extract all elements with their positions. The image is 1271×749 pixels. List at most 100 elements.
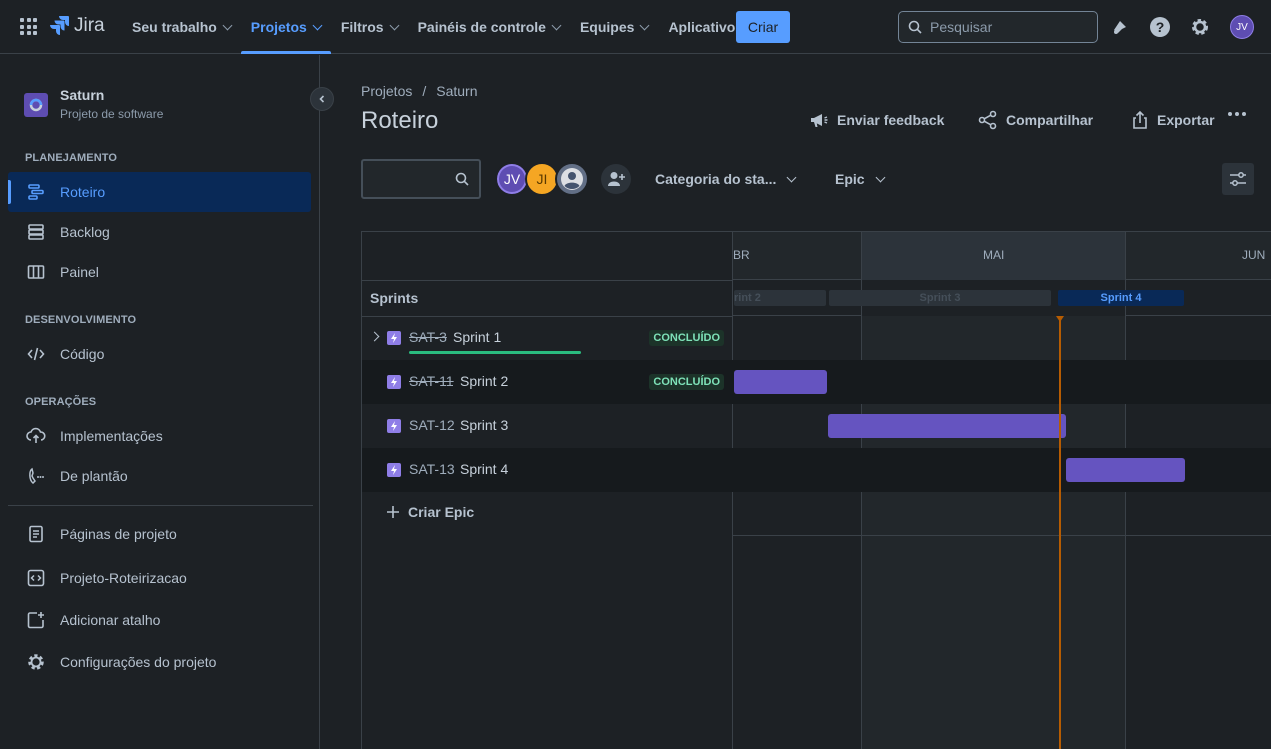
avatar-filter-ji[interactable]: JI: [525, 162, 559, 196]
notifications-icon[interactable]: [1108, 15, 1132, 39]
issue-key[interactable]: SAT-12: [409, 417, 455, 433]
avatar-filter-jv[interactable]: JV: [495, 162, 529, 196]
issue-key[interactable]: SAT-11: [409, 373, 454, 389]
roadmap-timeline: BR MAI JUN rint 2 Sprint 3 Sprint 4 Spri…: [361, 231, 1271, 749]
project-type: Projeto de software: [60, 107, 164, 121]
top-navigation: Jira Seu trabalho Projetos Filtros Painé…: [0, 0, 1271, 54]
status-badge: CONCLUÍDO: [649, 330, 724, 346]
sidebar-item-project-pages[interactable]: Páginas de projeto: [8, 514, 311, 554]
sidebar-item-board[interactable]: Painel: [8, 252, 311, 292]
backlog-icon: [26, 222, 46, 242]
sidebar-item-backlog[interactable]: Backlog: [8, 212, 311, 252]
epic-icon: [387, 463, 401, 477]
cloud-upload-icon: [26, 426, 46, 446]
sidebar-item-label: Implementações: [60, 428, 163, 444]
month-label-jun: JUN: [1242, 248, 1266, 262]
epic-row-sat-11[interactable]: SAT-11 Sprint 2 CONCLUÍDO: [362, 360, 733, 404]
create-epic-label: Criar Epic: [408, 504, 475, 520]
phone-icon: [26, 466, 46, 486]
sidebar-divider: [8, 505, 313, 506]
sidebar-item-deployments[interactable]: Implementações: [8, 416, 311, 456]
chevron-down-icon: [312, 20, 323, 30]
sidebar-item-add-shortcut[interactable]: Adicionar atalho: [8, 600, 311, 640]
product-name: Jira: [74, 15, 105, 36]
divider: [362, 280, 733, 281]
project-header[interactable]: Saturn Projeto de software: [24, 87, 163, 121]
status-badge: CONCLUÍDO: [649, 374, 724, 390]
timeline-bar-sat-11[interactable]: [734, 370, 827, 394]
sidebar-item-roadmap[interactable]: Roteiro: [8, 172, 311, 212]
project-name: Saturn: [60, 87, 105, 103]
jira-logo[interactable]: Jira: [50, 15, 105, 37]
add-people-button[interactable]: [601, 164, 631, 194]
send-feedback-button[interactable]: Enviar feedback: [809, 108, 944, 132]
user-avatar[interactable]: JV: [1230, 15, 1254, 39]
sidebar-item-label: Páginas de projeto: [60, 526, 177, 542]
code-icon: [26, 344, 46, 364]
roadmap-search-input[interactable]: [361, 159, 481, 199]
chevron-down-icon: [222, 20, 233, 30]
add-person-icon: [608, 172, 625, 186]
create-epic-button[interactable]: Criar Epic: [386, 504, 474, 520]
export-button[interactable]: Exportar: [1131, 108, 1215, 132]
search-input[interactable]: Pesquisar: [898, 11, 1098, 43]
epic-row-sat-13[interactable]: SAT-13 Sprint 4: [362, 448, 733, 492]
nav-projects[interactable]: Projetos: [240, 0, 331, 54]
chevron-down-icon: [389, 20, 400, 30]
nav-dashboards[interactable]: Painéis de controle: [408, 0, 570, 54]
help-icon[interactable]: ?: [1148, 15, 1172, 39]
sidebar-item-roteirizacao[interactable]: Projeto-Roteirizacao: [8, 558, 311, 598]
sidebar-item-label: Painel: [60, 264, 99, 280]
view-settings-button[interactable]: [1222, 163, 1254, 195]
share-icon: [978, 110, 997, 130]
epic-row-sat-12[interactable]: SAT-12 Sprint 3: [362, 404, 733, 448]
settings-gear-icon[interactable]: [1188, 15, 1212, 39]
month-label-mai: MAI: [983, 248, 1005, 262]
today-marker-arrow: [1056, 316, 1064, 322]
board-icon: [26, 262, 46, 282]
nav-teams[interactable]: Equipes: [570, 0, 658, 54]
megaphone-icon: [811, 114, 828, 127]
search-placeholder: Pesquisar: [930, 19, 993, 35]
status-category-filter[interactable]: Categoria do sta...: [655, 168, 797, 190]
sidebar-item-code[interactable]: Código: [8, 334, 311, 374]
create-button[interactable]: Criar: [736, 11, 790, 43]
sliders-icon: [1230, 172, 1246, 186]
chevron-down-icon: [875, 172, 886, 182]
breadcrumb-projects[interactable]: Projetos: [361, 83, 412, 99]
nav-filters[interactable]: Filtros: [331, 0, 408, 54]
breadcrumb-saturn[interactable]: Saturn: [436, 83, 477, 99]
nav-label: Painéis de controle: [417, 19, 546, 35]
more-actions-icon[interactable]: [1228, 112, 1246, 116]
epic-icon: [387, 331, 401, 345]
timeline-bar-sat-13[interactable]: [1066, 458, 1185, 482]
issue-summary[interactable]: Sprint 3: [460, 417, 508, 433]
epic-row-sat-3[interactable]: SAT-3 Sprint 1 CONCLUÍDO: [362, 316, 733, 360]
epic-icon: [387, 419, 401, 433]
code-page-icon: [26, 568, 46, 588]
sidebar-item-project-settings[interactable]: Configurações do projeto: [8, 642, 311, 682]
sidebar-item-on-call[interactable]: De plantão: [8, 456, 311, 496]
sprint-pill-4[interactable]: Sprint 4: [1058, 290, 1184, 306]
sidebar-item-label: Configurações do projeto: [60, 654, 217, 670]
sprint-pill-3[interactable]: Sprint 3: [829, 290, 1051, 306]
chevron-down-icon: [639, 20, 650, 30]
sidebar-item-label: Roteiro: [60, 184, 106, 200]
share-button[interactable]: Compartilhar: [978, 108, 1093, 132]
status-category-label: Categoria do sta...: [655, 171, 777, 187]
epic-filter[interactable]: Epic: [835, 168, 886, 190]
timeline-bar-sat-12[interactable]: [828, 414, 1066, 438]
collapse-sidebar-button[interactable]: [310, 87, 334, 111]
issue-summary[interactable]: Sprint 4: [460, 461, 508, 477]
sidebar-item-label: De plantão: [60, 468, 128, 484]
sprint-pill-2[interactable]: rint 2: [734, 290, 826, 306]
issue-key[interactable]: SAT-13: [409, 461, 455, 477]
nav-your-work[interactable]: Seu trabalho: [122, 0, 241, 54]
issue-summary[interactable]: Sprint 1: [453, 329, 501, 345]
project-avatar-icon: [24, 93, 48, 117]
chevron-right-icon[interactable]: [369, 331, 380, 342]
issue-summary[interactable]: Sprint 2: [460, 373, 508, 389]
avatar-filter-unassigned[interactable]: [555, 162, 589, 196]
issue-key[interactable]: SAT-3: [409, 329, 447, 345]
app-switcher-icon[interactable]: [20, 18, 37, 35]
